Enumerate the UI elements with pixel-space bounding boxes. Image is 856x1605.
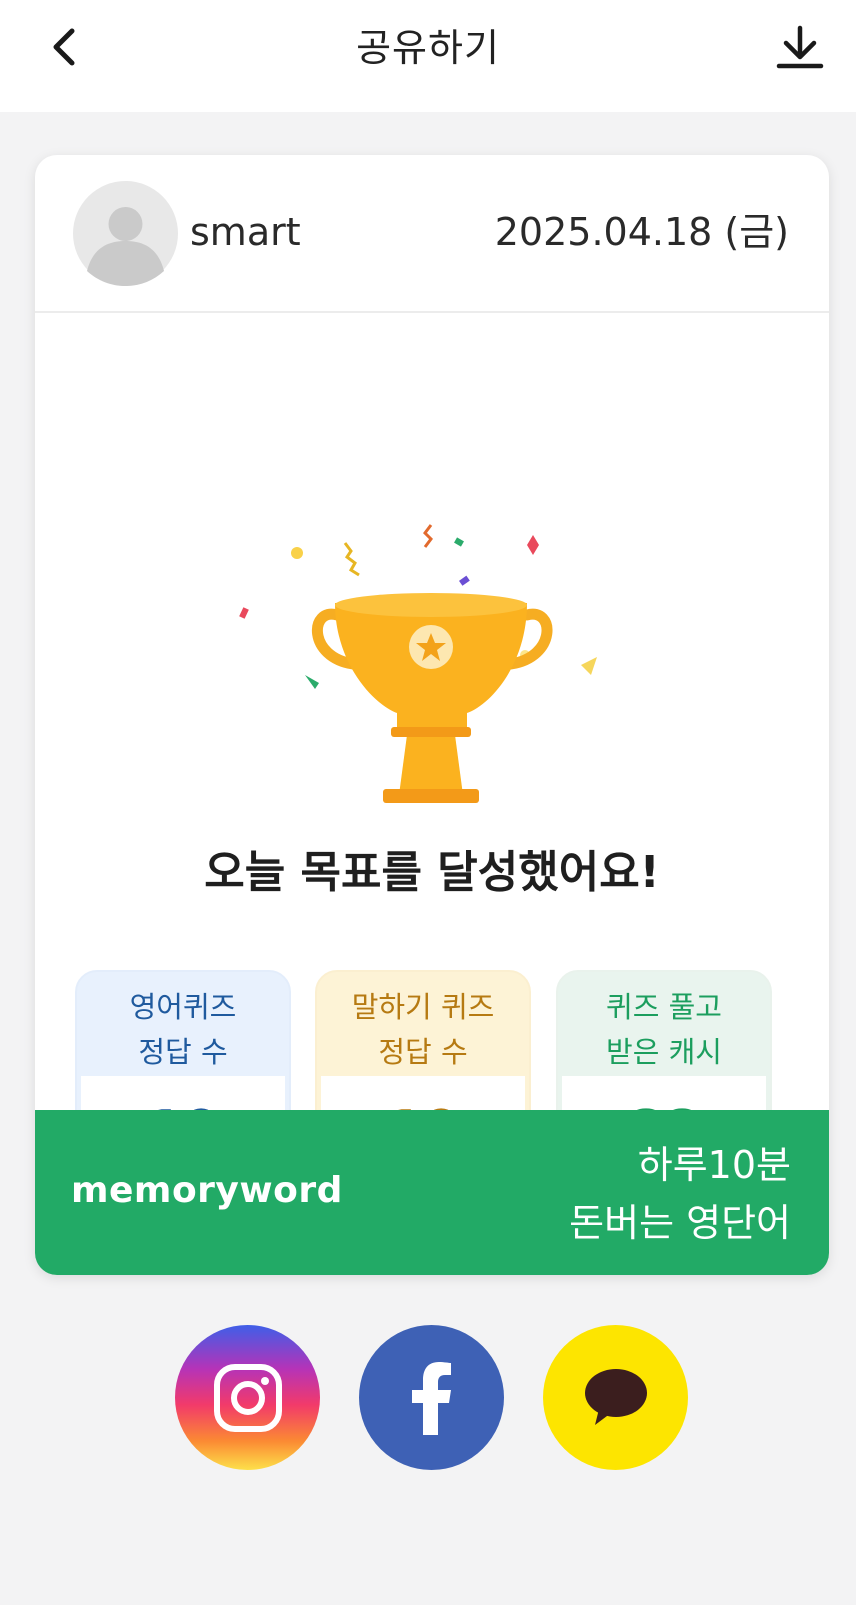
stat-label-line2: 정답 수 [378,1034,468,1069]
download-icon[interactable] [776,24,824,72]
username: smart [190,210,301,254]
date-label: 2025.04.18 (금) [494,210,789,254]
stat-label-line1: 퀴즈 풀고 [606,989,722,1024]
top-bar: 공유하기 [0,0,856,112]
achievement-headline: 오늘 목표를 달성했어요! [204,847,660,898]
kakaotalk-icon [584,1368,647,1425]
stat-label-line2: 정답 수 [138,1034,228,1069]
stat-label: 말하기 퀴즈 정답 수 [321,976,525,1083]
page-title: 공유하기 [356,26,500,70]
trophy-icon [239,524,597,803]
stat-label-line2: 받은 캐시 [606,1034,722,1069]
stat-label: 퀴즈 풀고 받은 캐시 [562,976,766,1083]
slogan-line1: 하루10분 [637,1143,791,1187]
slogan-line2: 돈버는 영단어 [569,1201,791,1245]
facebook-icon [411,1361,451,1435]
share-instagram-button[interactable] [175,1325,320,1470]
stat-label: 영어퀴즈 정답 수 [81,976,285,1083]
avatar [73,181,178,286]
stat-label-line1: 말하기 퀴즈 [351,989,495,1024]
brand-footer: memoryword 하루10분 돈버는 영단어 [35,1110,829,1275]
slogan: 하루10분 돈버는 영단어 [569,1136,791,1252]
brand-logo: memoryword [71,1170,343,1211]
stat-label-line1: 영어퀴즈 [129,989,237,1024]
share-facebook-button[interactable] [359,1325,504,1470]
achievement-card: smart 2025.04.18 (금) 오늘 목표를 달성했어요! 영어퀴즈 … [35,155,829,1275]
card-header: smart 2025.04.18 (금) [35,155,829,313]
share-kakaotalk-button[interactable] [543,1325,688,1470]
instagram-icon [213,1363,282,1432]
